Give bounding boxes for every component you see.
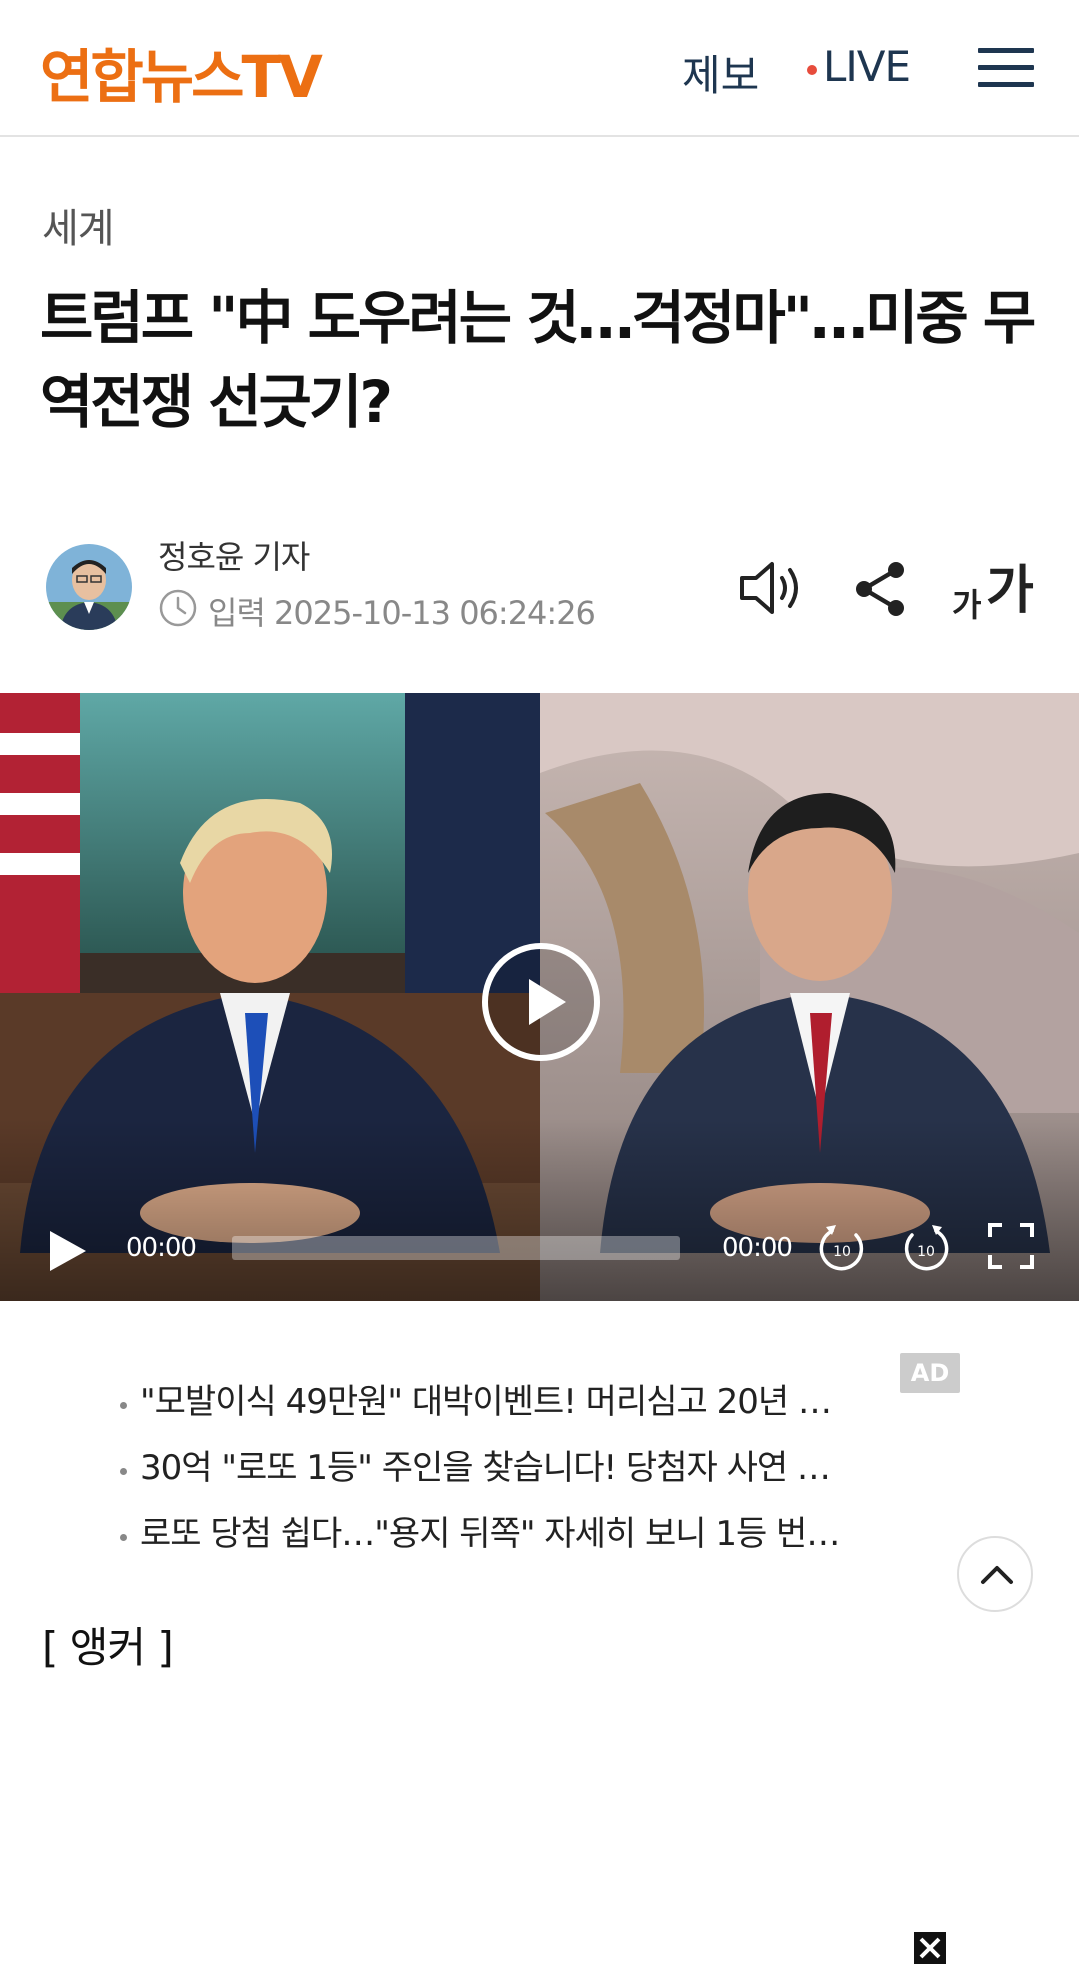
- ad-badge: AD: [900, 1353, 960, 1393]
- ad-link-item[interactable]: 로또 당첨 쉽다…"용지 뒤쪽" 자세히 보니 1등 번…: [118, 1506, 898, 1572]
- clock-icon: [159, 589, 197, 627]
- article-headline: 트럼프 "中 도우려는 것…걱정마"…미중 무역전쟁 선긋기?: [40, 284, 1036, 436]
- close-ad-button[interactable]: [914, 1932, 946, 1964]
- video-progress-bar[interactable]: [232, 1236, 680, 1260]
- tip-link[interactable]: 제보: [682, 42, 759, 103]
- video-play-button[interactable]: [46, 1227, 90, 1275]
- play-icon[interactable]: [480, 941, 602, 1063]
- current-time: 00:00: [126, 1233, 197, 1263]
- fullscreen-icon[interactable]: [986, 1221, 1036, 1271]
- chevron-up-icon: [981, 1566, 1013, 1584]
- ad-link-item[interactable]: 30억 "로또 1등" 주인을 찾습니다! 당첨자 사연 …: [118, 1440, 898, 1506]
- speaker-icon[interactable]: [738, 556, 808, 620]
- rewind-seconds: 10: [833, 1244, 851, 1260]
- anchor-label: [ 앵커 ]: [42, 1623, 174, 1672]
- font-size-big-label: 가: [986, 561, 1034, 621]
- site-logo[interactable]: 연합뉴스TV: [40, 30, 323, 114]
- live-link[interactable]: LIVE: [805, 42, 911, 91]
- forward-seconds: 10: [917, 1244, 935, 1260]
- close-icon: [919, 1937, 941, 1959]
- live-label: LIVE: [823, 42, 911, 91]
- video-player[interactable]: 00:00 00:00 10 10: [0, 693, 1079, 1301]
- rewind-icon[interactable]: 10: [818, 1221, 866, 1273]
- font-size-icon[interactable]: 가 가: [952, 548, 1040, 624]
- total-time: 00:00: [722, 1233, 793, 1263]
- forward-icon[interactable]: 10: [902, 1221, 950, 1273]
- ad-link-item[interactable]: "모발이식 49만원" 대박이벤트! 머리심고 20년 …: [118, 1374, 898, 1440]
- font-size-small-label: 가: [952, 586, 982, 624]
- published-date: 입력 2025-10-13 06:24:26: [208, 594, 596, 632]
- article-category[interactable]: 세계: [42, 196, 115, 254]
- reporter-name[interactable]: 정호윤 기자: [158, 532, 310, 578]
- menu-icon[interactable]: [978, 48, 1034, 88]
- scroll-to-top-button[interactable]: [957, 1536, 1033, 1612]
- site-header: 연합뉴스TV 제보 LIVE: [0, 0, 1079, 137]
- ad-link-list: "모발이식 49만원" 대박이벤트! 머리심고 20년 … 30억 "로또 1등…: [118, 1374, 898, 1572]
- share-icon[interactable]: [852, 558, 910, 620]
- reporter-avatar[interactable]: [46, 544, 132, 630]
